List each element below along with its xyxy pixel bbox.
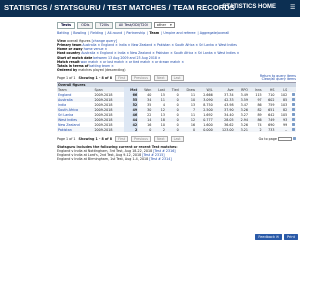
feedback-button[interactable]: Feedback ✉ xyxy=(255,234,282,240)
format-tabs: Tests ODIs T20Is All Test/ODI/T20I other… xyxy=(57,21,296,29)
cell-span: 2009-2018 xyxy=(93,127,125,133)
feedback-label: Feedback xyxy=(258,234,275,239)
table-row: Pakistan 2009-2018 2 0 2 0 0 0.000 123.00 3.21 2 73… xyxy=(57,127,296,133)
link-aggregate[interactable]: Aggregate/overall xyxy=(200,31,230,35)
menu-icon[interactable]: ☰ xyxy=(290,4,300,13)
other-format-select[interactable]: other ▾ xyxy=(153,21,175,29)
cell-action xyxy=(288,127,296,133)
statsguru-panel: Tests ODIs T20Is All Test/ODI/T20I other… xyxy=(57,21,296,265)
cell-team[interactable]: Pakistan xyxy=(57,127,94,133)
cell-draw: 0 xyxy=(179,127,197,133)
top-banner: STATISTICS / STATSGURU / TEST MATCHES / … xyxy=(0,0,300,17)
first-page-button[interactable]: First xyxy=(115,135,129,142)
filter-ordered-by: Ordered by matches played (descending) xyxy=(57,68,296,72)
tab-odis[interactable]: ODIs xyxy=(77,21,94,29)
link-batting[interactable]: Batting xyxy=(57,31,69,35)
chat-icon: ✉ xyxy=(276,234,279,239)
page-text: Page 1 of 1 xyxy=(57,76,76,81)
row-details-icon[interactable] xyxy=(292,128,295,132)
link-bowling[interactable]: Bowling xyxy=(73,31,86,35)
link-all-round[interactable]: All-round xyxy=(107,31,122,35)
chevron-down-icon: ▾ xyxy=(170,23,172,27)
recent-matches-note: Statsguru includes the following current… xyxy=(57,145,296,161)
cell-wl: 0.000 xyxy=(196,127,214,133)
previous-page-button[interactable]: Previous xyxy=(131,135,151,142)
showing-text: Showing 1 - 8 of 8 xyxy=(78,76,113,81)
link-fielding[interactable]: Fielding xyxy=(90,31,103,35)
filter-label: Ordered by xyxy=(57,68,78,73)
print-button[interactable]: Print xyxy=(283,234,298,240)
go-icon[interactable] xyxy=(293,137,296,141)
page-actions: Feedback ✉ Print xyxy=(255,234,298,240)
cell-ave: 123.00 xyxy=(213,127,235,133)
cell-hs: 733 xyxy=(262,127,276,133)
cell-mat: 2 xyxy=(124,127,139,133)
go-to-page-input[interactable] xyxy=(277,136,292,141)
go-to-page-label: Go to page xyxy=(258,136,277,141)
tab-t20is[interactable]: T20Is xyxy=(95,21,113,29)
link-team[interactable]: Team xyxy=(149,31,159,35)
link-umpire[interactable]: Umpire and referee xyxy=(163,31,195,35)
clear-query-link[interactable]: Clear/all query items xyxy=(262,77,296,82)
record-type-links: Batting | Bowling | Fielding | All-round… xyxy=(57,31,230,35)
cell-inns: 2 xyxy=(248,127,263,133)
note-text: England v India at Birmingham, 1st Test,… xyxy=(57,157,149,162)
other-format-select-value: other xyxy=(156,23,167,27)
overall-figures-table: Team Span Mat Won Lost Tied Draw W/L Ave… xyxy=(57,87,296,133)
table-body: England 2009-2018 66 40 15 0 11 2.666 37.34 3.49 1… xyxy=(57,92,296,133)
row-details-icon[interactable] xyxy=(292,93,295,97)
cell-won: 0 xyxy=(138,127,153,133)
showing-text: Showing 1 - 8 of 8 xyxy=(78,136,113,141)
cell-lost: 2 xyxy=(152,127,166,133)
row-details-icon[interactable] xyxy=(292,118,295,122)
page-text: Page 1 of 1 xyxy=(57,136,76,141)
last-page-button[interactable]: Last xyxy=(170,75,184,82)
statistics-home-link[interactable]: STATISTICS HOME xyxy=(222,4,276,10)
row-details-icon[interactable] xyxy=(292,108,295,112)
note-link[interactable]: [Test # 2314] xyxy=(149,157,171,161)
pager-top: Page 1 of 1 Showing 1 - 8 of 8 First Pre… xyxy=(57,74,296,82)
note-line: England v India at Birmingham, 1st Test,… xyxy=(57,157,296,161)
row-details-icon[interactable] xyxy=(292,103,295,107)
next-page-button[interactable]: Next xyxy=(153,75,168,82)
cell-ls: -- xyxy=(275,127,289,133)
cell-tied: 0 xyxy=(165,127,180,133)
link-partnership[interactable]: Partnership xyxy=(126,31,145,35)
tab-all-formats[interactable]: All Test/ODI/T20I xyxy=(114,21,152,29)
query-links: Return to query items Clear/all query it… xyxy=(260,74,296,82)
row-details-icon[interactable] xyxy=(292,113,295,117)
page-title: STATISTICS / STATSGURU / TEST MATCHES / … xyxy=(4,3,235,12)
row-details-icon[interactable] xyxy=(292,123,295,127)
filter-values: matches played (descending) xyxy=(78,68,126,73)
last-page-button[interactable]: Last xyxy=(170,135,184,142)
tab-tests[interactable]: Tests xyxy=(57,21,76,29)
pager-bottom: Page 1 of 1 Showing 1 - 8 of 8 First Pre… xyxy=(57,135,296,142)
cell-rpo: 3.21 xyxy=(234,127,249,133)
first-page-button[interactable]: First xyxy=(115,75,129,82)
row-details-icon[interactable] xyxy=(292,98,295,102)
previous-page-button[interactable]: Previous xyxy=(131,75,151,82)
print-label: Print xyxy=(286,234,295,239)
go-to-page: Go to page xyxy=(258,136,296,141)
next-page-button[interactable]: Next xyxy=(153,135,168,142)
